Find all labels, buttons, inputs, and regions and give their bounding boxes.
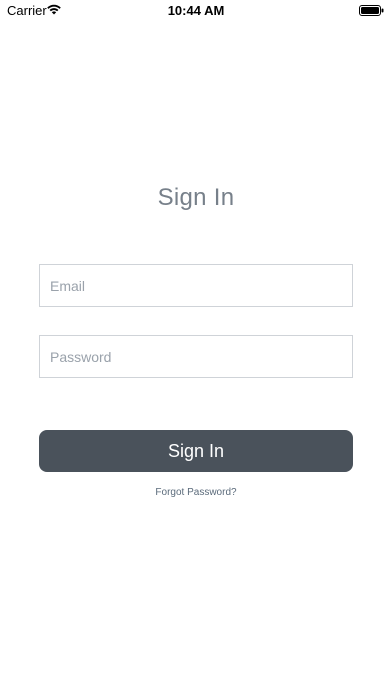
- sign-in-screen: Carrier 10:44 AM Sign In Sign In Forgot …: [0, 0, 392, 696]
- page-title: Sign In: [157, 184, 235, 211]
- clock-time: 10:44 AM: [167, 3, 225, 18]
- email-field[interactable]: [40, 265, 352, 306]
- password-field[interactable]: [40, 336, 352, 377]
- forgot-password-link[interactable]: Forgot Password?: [0, 487, 392, 498]
- status-bar: Carrier 10:44 AM: [0, 0, 392, 22]
- password-field-container: [39, 335, 353, 378]
- sign-in-button[interactable]: Sign In: [39, 430, 353, 472]
- email-field-container: [39, 264, 353, 307]
- battery-icon: [359, 5, 384, 16]
